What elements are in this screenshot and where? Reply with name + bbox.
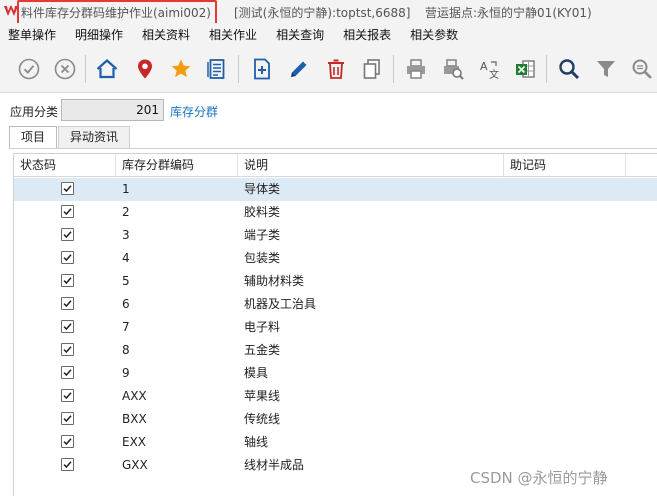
cell-description[interactable]: 轴线 [244,431,268,454]
delete-icon[interactable] [322,55,350,83]
status-checkbox[interactable] [61,366,74,379]
status-checkbox[interactable] [61,435,74,448]
table-row[interactable]: EXX 轴线 [14,431,657,454]
cell-description[interactable]: 端子类 [244,224,280,247]
advanced-search-icon[interactable] [628,55,656,83]
cell-code[interactable]: GXX [122,454,148,477]
cell-description[interactable]: 辅助材料类 [244,270,304,293]
table-row[interactable]: 7 电子料 [14,316,657,339]
category-label: 应用分类 [10,105,59,119]
svg-text:文: 文 [489,68,499,81]
cell-description[interactable]: 传统线 [244,408,280,431]
table-row[interactable]: 5 辅助材料类 [14,270,657,293]
cell-description[interactable]: 线材半成品 [244,454,304,477]
toolbar: A文 [0,45,657,93]
site-info: 营运据点:永恒的宁静01(KY01) [425,6,592,20]
cell-code[interactable]: 8 [122,339,130,362]
status-checkbox[interactable] [61,251,74,264]
translate-icon[interactable]: A文 [475,55,503,83]
cell-code[interactable]: 4 [122,247,130,270]
column-header-code[interactable]: 库存分群编码 [116,154,238,177]
status-checkbox[interactable] [61,343,74,356]
menu-item-related-reports[interactable]: 相关报表 [343,26,391,43]
status-checkbox[interactable] [61,274,74,287]
cell-code[interactable]: EXX [122,431,146,454]
category-input[interactable]: 201 [61,99,164,121]
data-grid: 状态码 库存分群编码 说明 助记码 1 导体类 2 胶料类 3 端子类 4 包装类 5 辅助材料类… [13,153,657,496]
cell-description[interactable]: 电子料 [244,316,280,339]
table-row[interactable]: 3 端子类 [14,224,657,247]
edit-icon[interactable] [285,55,313,83]
cell-description[interactable]: 导体类 [244,178,280,201]
connection-info: [测试(永恒的宁静):toptst,6688] [234,6,411,20]
menu-item-related-jobs[interactable]: 相关作业 [209,26,257,43]
menu-item-related-data[interactable]: 相关资料 [142,26,190,43]
home-icon[interactable] [93,55,121,83]
menu-item-detail-ops[interactable]: 明细操作 [75,26,123,43]
copy-icon[interactable] [358,55,386,83]
favorite-icon[interactable] [167,55,195,83]
tab-items[interactable]: 项目 [9,126,58,148]
cell-code[interactable]: 3 [122,224,130,247]
table-row[interactable]: 1 导体类 [14,178,657,201]
table-row[interactable]: 4 包装类 [14,247,657,270]
column-header-description[interactable]: 说明 [238,154,504,177]
table-row[interactable]: AXX 苹果线 [14,385,657,408]
status-checkbox[interactable] [61,458,74,471]
cell-code[interactable]: 5 [122,270,130,293]
menu-item-related-params[interactable]: 相关参数 [410,26,458,43]
status-checkbox[interactable] [61,389,74,402]
title-bar: 料件库存分群码维护作业(aimi002) [测试(永恒的宁静):toptst,6… [0,0,657,27]
category-name-link[interactable]: 库存分群 [170,103,218,120]
status-checkbox[interactable] [61,228,74,241]
cell-code[interactable]: 9 [122,362,130,385]
filter-icon[interactable] [592,55,620,83]
table-row[interactable]: 2 胶料类 [14,201,657,224]
table-row[interactable]: 8 五金类 [14,339,657,362]
list-icon[interactable] [203,55,231,83]
table-row[interactable]: 9 模具 [14,362,657,385]
status-checkbox[interactable] [61,320,74,333]
tab-strip: 项目 异动资讯 [9,126,131,148]
search-icon[interactable] [555,55,583,83]
column-header-status[interactable]: 状态码 [14,154,116,177]
menu-item-document-ops[interactable]: 整单操作 [8,26,56,43]
watermark: CSDN @永恒的宁静 [470,469,608,487]
cell-description[interactable]: 五金类 [244,339,280,362]
cell-description[interactable]: 模具 [244,362,268,385]
grid-header: 状态码 库存分群编码 说明 助记码 [14,154,657,177]
table-row[interactable]: BXX 传统线 [14,408,657,431]
print-preview-icon[interactable] [439,55,467,83]
status-checkbox[interactable] [61,297,74,310]
cell-code[interactable]: 1 [122,178,130,201]
excel-icon[interactable] [511,55,539,83]
menu-item-related-query[interactable]: 相关查询 [276,26,324,43]
cell-code[interactable]: BXX [122,408,147,431]
cell-code[interactable]: AXX [122,385,147,408]
add-icon[interactable] [248,55,276,83]
table-row[interactable]: 6 机器及工治具 [14,293,657,316]
cell-description[interactable]: 机器及工治具 [244,293,316,316]
cell-description[interactable]: 苹果线 [244,385,280,408]
column-header-mnemonic[interactable]: 助记码 [504,154,626,177]
status-checkbox[interactable] [61,205,74,218]
status-checkbox[interactable] [61,182,74,195]
cell-description[interactable]: 包装类 [244,247,280,270]
location-icon[interactable] [131,55,159,83]
cell-code[interactable]: 2 [122,201,130,224]
status-checkbox[interactable] [61,412,74,425]
confirm-icon[interactable] [15,55,43,83]
cancel-icon[interactable] [51,55,79,83]
menu-bar: 整单操作 明细操作 相关资料 相关作业 相关查询 相关报表 相关参数 [0,23,657,45]
cell-code[interactable]: 6 [122,293,130,316]
cell-description[interactable]: 胶料类 [244,201,280,224]
tab-divider [9,148,657,149]
tab-change-info[interactable]: 异动资讯 [58,126,131,148]
print-icon[interactable] [402,55,430,83]
svg-text:A: A [480,60,488,73]
cell-code[interactable]: 7 [122,316,130,339]
